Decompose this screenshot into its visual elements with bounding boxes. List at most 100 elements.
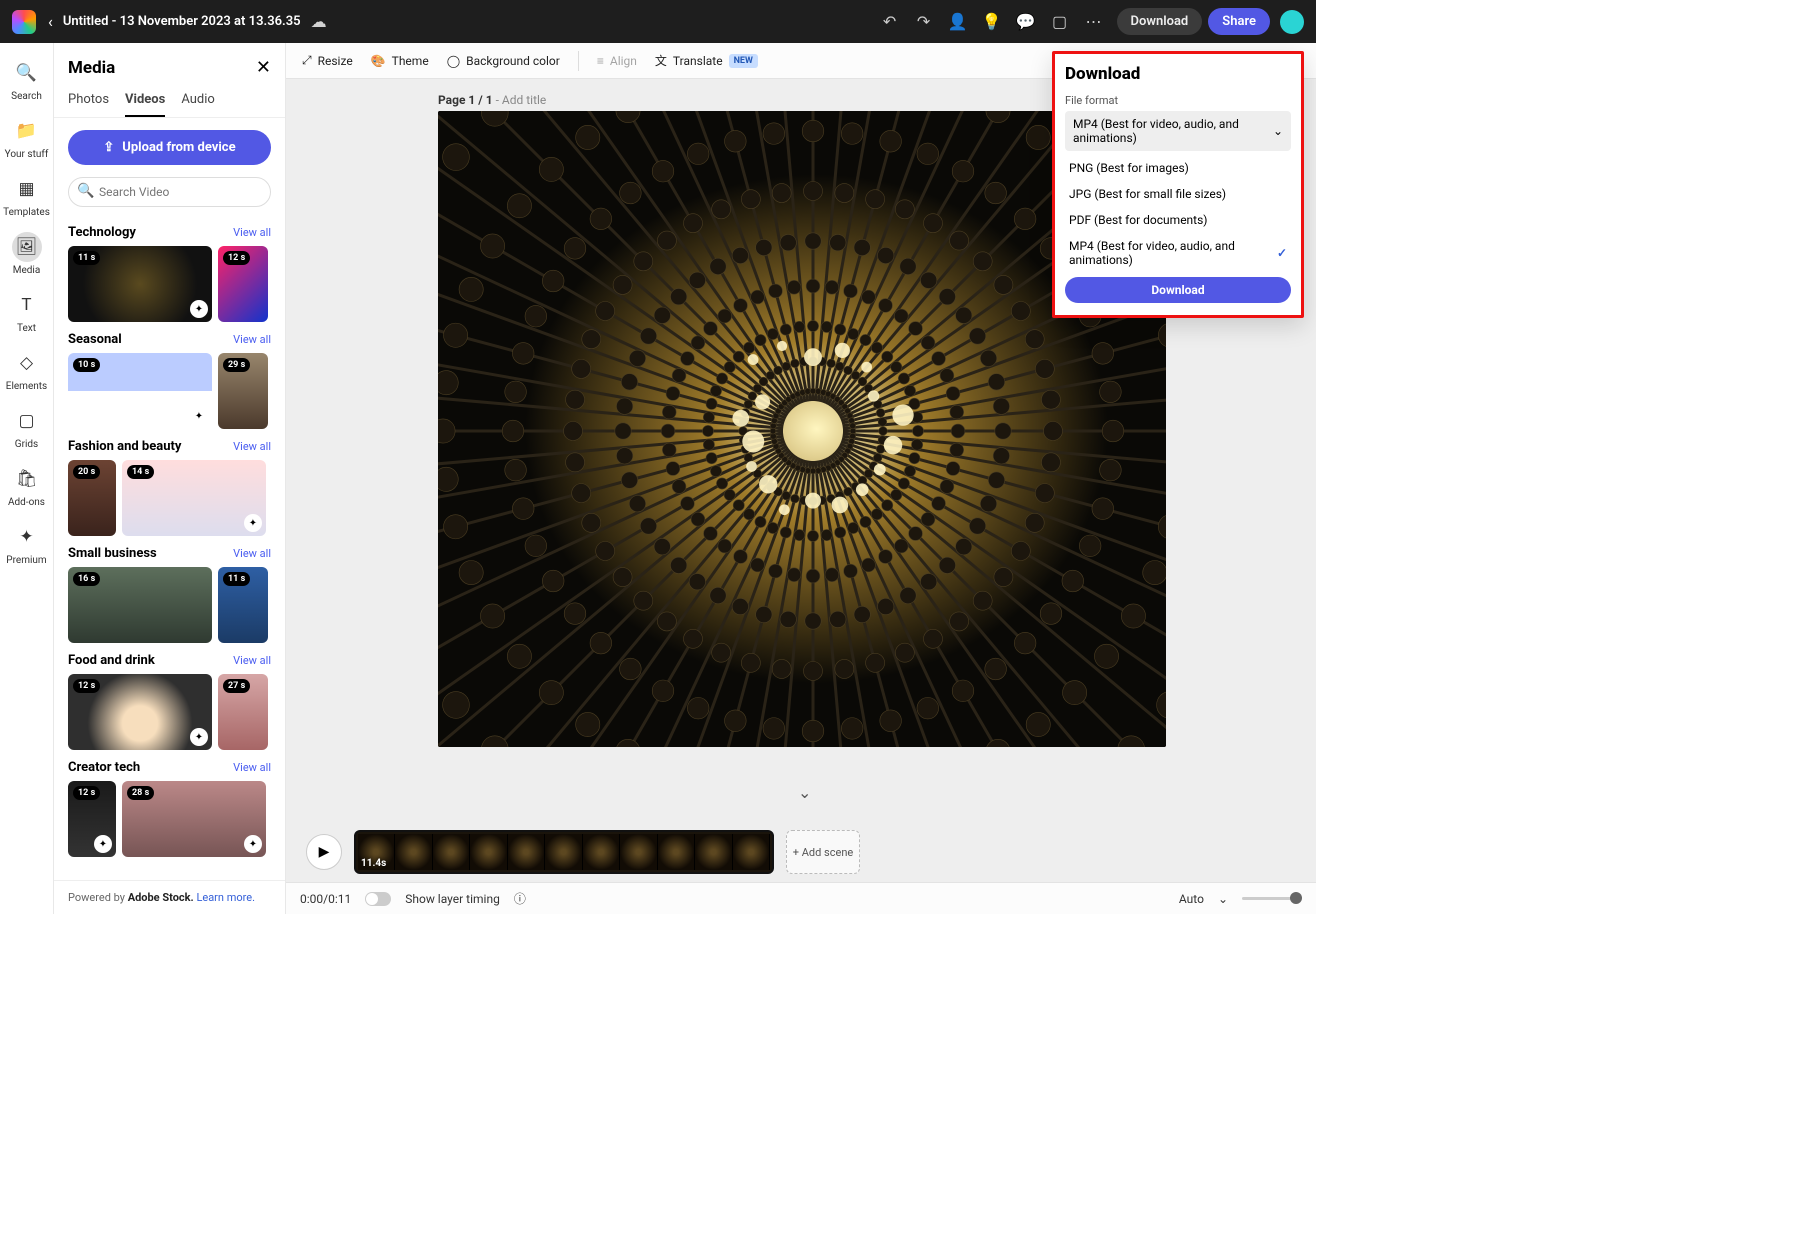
theme-tool[interactable]: 🎨Theme <box>371 54 429 68</box>
cloud-sync-icon[interactable]: ☁ <box>311 12 327 31</box>
video-thumbnail[interactable]: 12 s✦ <box>68 674 212 750</box>
duration-badge: 20 s <box>73 465 100 479</box>
learn-more-link[interactable]: Learn more. <box>196 891 255 904</box>
tab-photos[interactable]: Photos <box>68 84 109 117</box>
stock-badge-icon: ✦ <box>244 835 262 853</box>
add-scene-button[interactable]: + Add scene <box>786 830 860 874</box>
duration-badge: 11 s <box>73 251 100 265</box>
video-thumbnail[interactable]: 11 s <box>218 567 268 643</box>
clip-duration: 11.4s <box>361 858 386 869</box>
back-button[interactable]: ‹ <box>48 12 53 31</box>
rail-label: Search <box>11 91 42 102</box>
view-all-link[interactable]: View all <box>233 547 271 560</box>
rail-item-elements[interactable]: ◇ Elements <box>0 341 53 399</box>
stock-badge-icon: ✦ <box>94 835 112 853</box>
play-button[interactable]: ▶ <box>306 834 342 870</box>
rail-item-text[interactable]: TText <box>0 283 53 341</box>
view-all-link[interactable]: View all <box>233 761 271 774</box>
lightbulb-icon[interactable]: 💡 <box>978 8 1006 36</box>
zoom-caret-icon[interactable]: ⌄ <box>1218 892 1228 906</box>
resize-tool[interactable]: ⤢Resize <box>302 53 353 68</box>
timeline-clip[interactable]: 11.4s <box>354 830 774 874</box>
upload-button[interactable]: ⇪ Upload from device <box>68 130 271 165</box>
search-icon: 🔍 <box>77 183 94 199</box>
search-input[interactable] <box>68 177 271 207</box>
duration-badge: 28 s <box>127 786 154 800</box>
view-all-link[interactable]: View all <box>233 440 271 453</box>
download-button[interactable]: Download <box>1117 8 1203 35</box>
duration-badge: 27 s <box>223 679 250 693</box>
present-icon[interactable]: ▢ <box>1046 8 1074 36</box>
rail-item-grids[interactable]: ▢Grids <box>0 399 53 457</box>
invite-icon[interactable]: 👤 <box>944 8 972 36</box>
align-icon: ≡ <box>597 54 604 68</box>
rail-icon: T <box>12 290 42 320</box>
zoom-label[interactable]: Auto <box>1179 892 1204 906</box>
more-icon[interactable]: ⋯ <box>1080 8 1108 36</box>
playhead[interactable] <box>354 830 356 874</box>
file-format-select[interactable]: MP4 (Best for video, audio, and animatio… <box>1065 111 1291 151</box>
tab-videos[interactable]: Videos <box>125 84 165 117</box>
upload-icon: ⇪ <box>103 140 114 155</box>
app-logo[interactable] <box>12 10 36 34</box>
bg-icon: ◯ <box>447 54 460 68</box>
download-confirm-button[interactable]: Download <box>1065 277 1291 303</box>
tab-audio[interactable]: Audio <box>181 84 214 117</box>
redo-button[interactable]: ↷ <box>910 8 938 36</box>
view-all-link[interactable]: View all <box>233 226 271 239</box>
rail-item-templates[interactable]: ▦Templates <box>0 167 53 225</box>
share-button[interactable]: Share <box>1208 8 1270 35</box>
category-title: Creator tech <box>68 760 140 775</box>
collapse-canvas-icon[interactable]: ⌄ <box>798 783 811 802</box>
stock-badge-icon: ✦ <box>244 514 262 532</box>
zoom-slider[interactable] <box>1242 897 1302 900</box>
media-scroll[interactable]: TechnologyView all11 s✦12 sSeasonalView … <box>54 215 285 880</box>
layer-timing-label: Show layer timing <box>405 892 500 906</box>
background-tool[interactable]: ◯Background color <box>447 54 560 68</box>
translate-tool[interactable]: 文TranslateNEW <box>655 52 758 69</box>
video-thumbnail[interactable]: 20 s <box>68 460 116 536</box>
video-thumbnail[interactable]: 12 s <box>218 246 268 322</box>
timeline: ▶ 11.4s + Add scene <box>306 824 1296 880</box>
category-title: Small business <box>68 546 157 561</box>
format-option[interactable]: MP4 (Best for video, audio, and animatio… <box>1065 233 1291 273</box>
format-option[interactable]: PNG (Best for images) <box>1065 155 1291 181</box>
duration-badge: 10 s <box>73 358 100 372</box>
undo-button[interactable]: ↶ <box>876 8 904 36</box>
video-thumbnail[interactable]: 28 s ✦ <box>122 781 266 857</box>
video-thumbnail[interactable]: 12 s✦ <box>68 781 116 857</box>
rail-item-your-stuff[interactable]: 📁Your stuff <box>0 109 53 167</box>
category-title: Seasonal <box>68 332 122 347</box>
view-all-link[interactable]: View all <box>233 654 271 667</box>
view-all-link[interactable]: View all <box>233 333 271 346</box>
video-thumbnail[interactable]: 16 s <box>68 567 212 643</box>
playback-time: 0:00/0:11 <box>300 892 351 906</box>
video-thumbnail[interactable]: 11 s ✦ <box>68 246 212 322</box>
video-thumbnail[interactable]: 14 s✦ <box>122 460 266 536</box>
rail-label: Elements <box>6 381 47 392</box>
format-option[interactable]: JPG (Best for small file sizes) <box>1065 181 1291 207</box>
page-label[interactable]: Page 1 / 1 - Add title <box>438 93 546 107</box>
layer-timing-toggle[interactable] <box>365 892 391 906</box>
comment-icon[interactable]: 💬 <box>1012 8 1040 36</box>
rail-icon: ◇ <box>12 348 42 378</box>
user-avatar[interactable] <box>1280 10 1304 34</box>
video-thumbnail[interactable]: 29 s <box>218 353 268 429</box>
left-rail: 🔍Search📁Your stuff▦Templates🖼MediaTText◇… <box>0 43 54 914</box>
format-option[interactable]: PDF (Best for documents) <box>1065 207 1291 233</box>
close-panel-icon[interactable]: ✕ <box>256 57 271 78</box>
rail-label: Templates <box>3 207 50 218</box>
rail-item-search[interactable]: 🔍Search <box>0 51 53 109</box>
video-thumbnail[interactable]: 10 s✦ <box>68 353 212 429</box>
rail-item-media[interactable]: 🖼Media <box>0 225 53 283</box>
rail-item-premium[interactable]: ✦Premium <box>0 515 53 573</box>
stock-badge-icon: ✦ <box>190 300 208 318</box>
document-title[interactable]: Untitled - 13 November 2023 at 13.36.35 <box>63 14 301 29</box>
canvas-area: ⤢Resize 🎨Theme ◯Background color ≡Align … <box>286 43 1316 914</box>
check-icon: ✓ <box>1277 246 1287 260</box>
info-icon[interactable]: ⓘ <box>514 890 526 907</box>
rail-item-add-ons[interactable]: 🛍Add-ons <box>0 457 53 515</box>
video-thumbnail[interactable]: 27 s <box>218 674 268 750</box>
rail-label: Premium <box>6 555 46 566</box>
category-title: Fashion and beauty <box>68 439 181 454</box>
